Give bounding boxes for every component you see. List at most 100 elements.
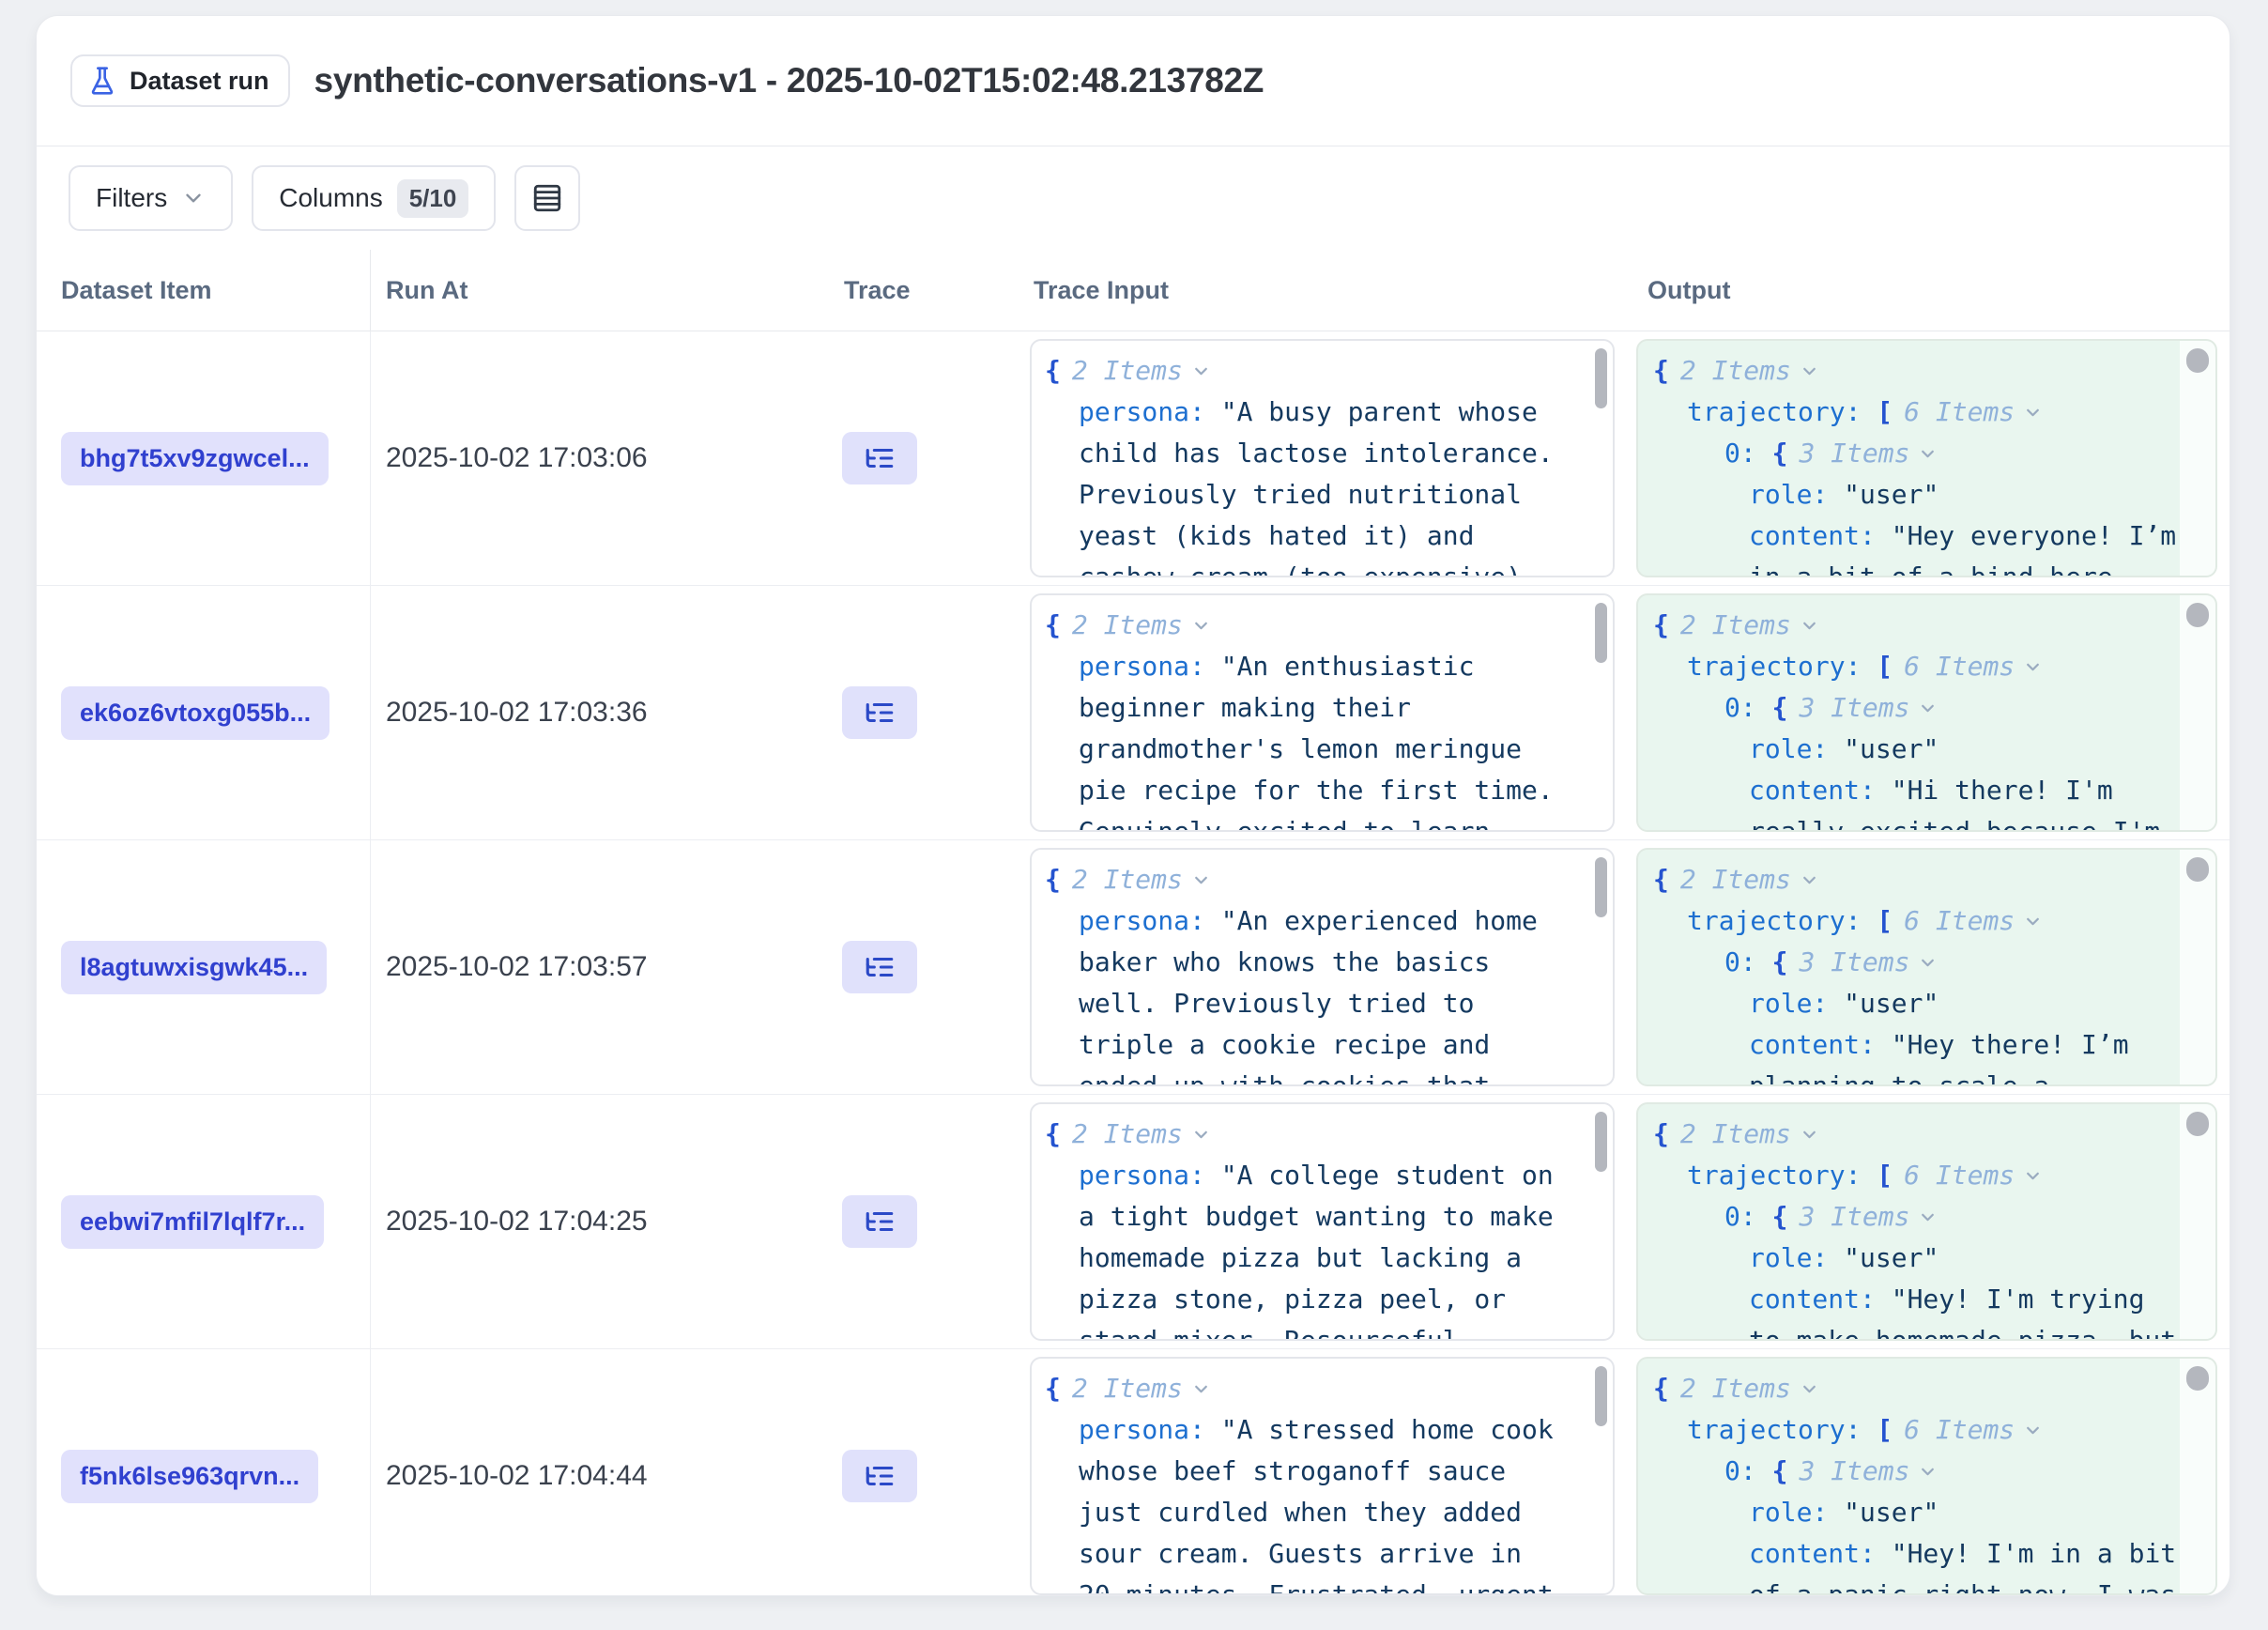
scrollbar-thumb[interactable] [2186,348,2209,373]
dataset-item-badge[interactable]: l8agtuwxisgwk45... [61,941,327,994]
scrollbar-thumb[interactable] [1595,348,1607,408]
collapse-chevron-icon[interactable] [1918,699,1938,718]
list-tree-icon [864,1206,896,1238]
dataset-item-badge[interactable]: eebwi7mfil7lqlf7r... [61,1195,324,1249]
collapse-chevron-icon[interactable] [1800,1125,1819,1145]
collapse-chevron-icon[interactable] [1800,1379,1819,1399]
output-json-viewer[interactable]: {2 Items trajectory: [6 Items 0: {3 Item… [1636,848,2217,1086]
run-at-value: 2025-10-02 17:04:44 [386,1460,648,1492]
run-at-value: 2025-10-02 17:03:57 [386,951,648,983]
collapse-chevron-icon[interactable] [1918,953,1938,973]
json-content-line: content: "Hey everyone! I’m in a bit of … [1653,515,2179,577]
scrollbar-thumb[interactable] [1595,603,1607,663]
collapse-chevron-icon[interactable] [2023,1166,2043,1186]
json-item-count: 2 Items [1072,1118,1183,1149]
filters-button-label: Filters [96,183,167,213]
output-cell: {2 Items trajectory: [6 Items 0: {3 Item… [1629,1349,2230,1596]
json-item-count: 2 Items [1072,1373,1183,1404]
trace-button[interactable] [842,1195,917,1248]
chevron-down-icon [181,186,206,210]
columns-button[interactable]: Columns 5/10 [252,165,496,231]
output-json-viewer[interactable]: {2 Items trajectory: [6 Items 0: {3 Item… [1636,1357,2217,1595]
collapse-chevron-icon[interactable] [1191,361,1211,381]
collapse-chevron-icon[interactable] [1918,1207,1938,1227]
output-json-viewer[interactable]: {2 Items trajectory: [6 Items 0: {3 Item… [1636,593,2217,832]
collapse-chevron-icon[interactable] [2023,912,2043,931]
collapse-chevron-icon[interactable] [1191,1125,1211,1145]
trace-button[interactable] [842,432,917,484]
scrollbar-track[interactable] [2180,850,2215,1084]
dataset-item-badge[interactable]: bhg7t5xv9zgwcel... [61,432,329,485]
trace-button[interactable] [842,1450,917,1502]
trace-input-json-viewer[interactable]: {2 Items persona: "A college student on … [1030,1102,1615,1341]
trace-input-json-viewer[interactable]: {2 Items persona: "A stressed home cook … [1030,1357,1615,1595]
json-trajectory-line: trajectory: [6 Items [1653,392,2179,433]
collapse-chevron-icon[interactable] [1191,1379,1211,1399]
scrollbar-thumb[interactable] [2186,1112,2209,1136]
run-at-cell: 2025-10-02 17:04:44 [371,1349,835,1596]
json-root-line: {2 Items [1653,1368,2179,1409]
list-tree-icon [864,697,896,729]
run-at-cell: 2025-10-02 17:03:36 [371,586,835,839]
json-index-line: 0: {3 Items [1653,1451,2179,1492]
json-role-line: role: "user" [1653,729,2179,770]
json-trajectory-line: trajectory: [6 Items [1653,900,2179,942]
dataset-run-page: Dataset run synthetic-conversations-v1 -… [36,15,2230,1596]
scrollbar-thumb[interactable] [2186,1366,2209,1391]
trace-input-cell: {2 Items persona: "A busy parent whose c… [1019,331,1629,585]
run-at-value: 2025-10-02 17:04:25 [386,1206,648,1238]
trace-input-json-viewer[interactable]: {2 Items persona: "An enthusiastic begin… [1030,593,1615,832]
json-item-count: 3 Items [1799,946,1909,977]
collapse-chevron-icon[interactable] [1800,870,1819,890]
flask-icon [87,66,117,96]
toolbar: Filters Columns 5/10 [37,146,2230,250]
json-persona-line: persona: "An experienced home baker who … [1045,900,1566,1086]
run-at-value: 2025-10-02 17:03:36 [386,697,648,729]
output-cell: {2 Items trajectory: [6 Items 0: {3 Item… [1629,586,2230,839]
row-height-button[interactable] [514,165,580,231]
scrollbar-thumb[interactable] [2186,857,2209,882]
trace-input-json-viewer[interactable]: {2 Items persona: "An experienced home b… [1030,848,1615,1086]
collapse-chevron-icon[interactable] [1800,616,1819,636]
trace-button[interactable] [842,686,917,739]
trace-cell [835,586,1019,839]
scrollbar-thumb[interactable] [1595,857,1607,917]
dataset-item-badge[interactable]: f5nk6lse963qrvn... [61,1450,318,1503]
collapse-chevron-icon[interactable] [1191,870,1211,890]
scrollbar-track[interactable] [2180,595,2215,830]
json-item-count: 2 Items [1680,355,1791,386]
json-root-line: {2 Items [1045,1114,1566,1155]
json-item-count: 2 Items [1680,864,1791,895]
collapse-chevron-icon[interactable] [1918,1462,1938,1482]
collapse-chevron-icon[interactable] [2023,657,2043,677]
output-json-viewer[interactable]: {2 Items trajectory: [6 Items 0: {3 Item… [1636,339,2217,577]
collapse-chevron-icon[interactable] [1918,444,1938,464]
json-content: {2 Items persona: "A college student on … [1032,1104,1566,1341]
json-role-line: role: "user" [1653,983,2179,1024]
table-row: eebwi7mfil7lqlf7r... 2025-10-02 17:04:25… [37,1095,2230,1349]
scrollbar-thumb[interactable] [1595,1366,1607,1426]
scrollbar-track[interactable] [2180,341,2215,576]
scrollbar-thumb[interactable] [1595,1112,1607,1172]
json-root-line: {2 Items [1045,605,1566,646]
json-content: {2 Items trajectory: [6 Items 0: {3 Item… [1638,1359,2179,1595]
json-index-line: 0: {3 Items [1653,1196,2179,1238]
output-json-viewer[interactable]: {2 Items trajectory: [6 Items 0: {3 Item… [1636,1102,2217,1341]
collapse-chevron-icon[interactable] [1191,616,1211,636]
trace-button[interactable] [842,941,917,993]
json-role-line: role: "user" [1653,474,2179,515]
json-content: {2 Items persona: "A busy parent whose c… [1032,341,1566,577]
filters-button[interactable]: Filters [69,165,233,231]
collapse-chevron-icon[interactable] [2023,1421,2043,1440]
collapse-chevron-icon[interactable] [2023,403,2043,423]
scrollbar-track[interactable] [2180,1104,2215,1339]
collapse-chevron-icon[interactable] [1800,361,1819,381]
json-role-line: role: "user" [1653,1238,2179,1279]
trace-input-json-viewer[interactable]: {2 Items persona: "A busy parent whose c… [1030,339,1615,577]
scrollbar-track[interactable] [2180,1359,2215,1593]
trace-input-cell: {2 Items persona: "A college student on … [1019,1095,1629,1348]
dataset-item-cell: f5nk6lse963qrvn... [37,1349,371,1596]
scrollbar-thumb[interactable] [2186,603,2209,627]
dataset-item-badge[interactable]: ek6oz6vtoxg055b... [61,686,329,740]
json-content-line: content: "Hey! I'm trying to make homema… [1653,1279,2179,1341]
